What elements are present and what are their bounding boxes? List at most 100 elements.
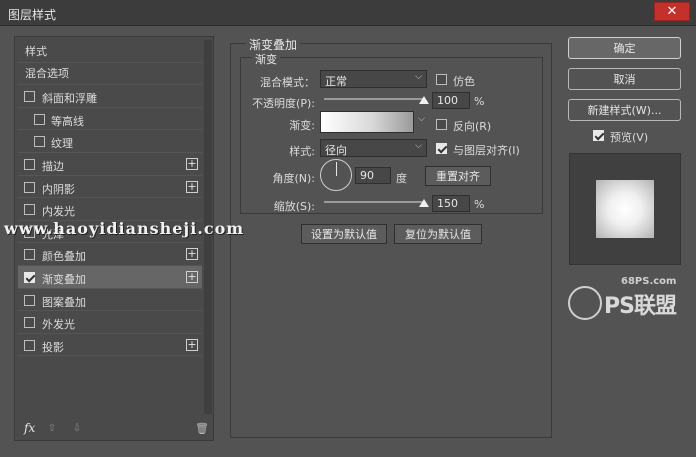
opacity-unit: %: [474, 95, 485, 108]
scale-input[interactable]: 150: [432, 195, 470, 212]
style-item[interactable]: 图案叠加: [18, 289, 202, 312]
scale-label: 缩放(S):: [273, 200, 315, 213]
scale-unit: %: [474, 198, 485, 211]
add-effect-icon[interactable]: +: [186, 157, 198, 170]
style-item-label: 内发光: [42, 205, 75, 219]
align-layer-label: 与图层对齐(I): [453, 144, 520, 157]
style-item-checkbox[interactable]: [24, 294, 35, 306]
style-item-label: 图案叠加: [42, 295, 86, 309]
align-layer-checkbox[interactable]: [436, 143, 447, 154]
style-item[interactable]: 颜色叠加 +: [18, 243, 202, 266]
new-style-label: 新建样式(W)...: [587, 104, 662, 117]
style-item[interactable]: 描边 +: [18, 153, 202, 176]
style-item-checkbox[interactable]: [24, 158, 35, 170]
style-value: 径向: [325, 144, 347, 157]
scale-slider-thumb[interactable]: [419, 199, 429, 207]
window-title: 图层样式: [8, 8, 57, 22]
dither-label: 仿色: [453, 75, 475, 88]
angle-dial[interactable]: [320, 159, 352, 191]
chevron-down-icon: ⌵: [415, 141, 422, 151]
subgroup-title: 渐变: [252, 51, 280, 67]
brand-logo-icon: [568, 286, 602, 320]
style-item-checkbox[interactable]: [24, 339, 35, 351]
style-item-checkbox[interactable]: [24, 91, 35, 103]
gradient-preview[interactable]: [320, 111, 414, 133]
style-item-label: 外发光: [42, 318, 75, 332]
close-icon: ✕: [666, 4, 678, 19]
style-item-checkbox[interactable]: [24, 317, 35, 329]
ok-button[interactable]: 确定: [568, 37, 681, 59]
style-item-label: 斜面和浮雕: [42, 92, 97, 106]
trash-icon[interactable]: 🗑: [195, 422, 209, 435]
reverse-label: 反向(R): [453, 120, 492, 133]
opacity-slider-track[interactable]: [324, 98, 424, 100]
reset-default-label: 复位为默认值: [405, 228, 471, 241]
style-item-checkbox[interactable]: [24, 181, 35, 193]
dither-checkbox[interactable]: [436, 74, 447, 85]
opacity-label: 不透明度(P):: [252, 97, 315, 110]
angle-unit: 度: [396, 172, 407, 185]
style-label: 样式:: [289, 145, 315, 158]
style-preview: [569, 153, 681, 265]
preview-swatch: [596, 180, 654, 238]
chevron-down-icon: ⌵: [415, 72, 422, 82]
style-item[interactable]: 内阴影 +: [18, 176, 202, 199]
close-button[interactable]: ✕: [654, 2, 690, 21]
new-style-button[interactable]: 新建样式(W)...: [568, 99, 681, 121]
style-item[interactable]: 纹理: [18, 130, 202, 153]
scale-slider-track[interactable]: [324, 201, 424, 203]
preview-label: 预览(V): [610, 131, 649, 144]
opacity-input[interactable]: 100: [432, 92, 470, 109]
reset-default-button[interactable]: 复位为默认值: [394, 224, 482, 244]
style-item-checkbox[interactable]: [34, 136, 45, 148]
add-effect-icon[interactable]: +: [186, 338, 198, 351]
ok-label: 确定: [613, 42, 636, 55]
blend-mode-label: 混合模式：: [260, 76, 315, 89]
style-item[interactable]: 内发光: [18, 198, 202, 221]
reset-alignment-label: 重置对齐: [436, 170, 480, 183]
blend-mode-value: 正常: [325, 75, 347, 88]
fx-icon[interactable]: fx: [24, 421, 35, 435]
add-effect-icon[interactable]: +: [186, 248, 198, 261]
cancel-button[interactable]: 取消: [568, 68, 681, 90]
scale-value: 150: [437, 197, 458, 210]
style-select[interactable]: 径向 ⌵: [320, 139, 427, 157]
add-effect-icon[interactable]: +: [186, 180, 198, 193]
style-item-checkbox[interactable]: [34, 113, 45, 125]
style-item[interactable]: 斜面和浮雕: [18, 85, 202, 108]
watermark-text: www.haoyidiansheji.com: [4, 219, 245, 238]
make-default-button[interactable]: 设置为默认值: [301, 224, 387, 244]
brand-name: PS联盟: [604, 294, 677, 319]
angle-label: 角度(N):: [272, 172, 315, 185]
style-item-label: 混合选项: [25, 67, 69, 81]
style-item[interactable]: 投影 +: [18, 334, 202, 357]
blend-mode-select[interactable]: 正常 ⌵: [320, 70, 427, 88]
preview-checkbox[interactable]: [593, 130, 604, 141]
move-up-icon[interactable]: ⇧: [47, 423, 57, 434]
style-item-label: 描边: [42, 159, 64, 173]
style-item[interactable]: 样式: [18, 40, 202, 63]
chevron-down-icon[interactable]: ⌵: [418, 114, 425, 124]
gradient-label: 渐变:: [289, 119, 315, 132]
angle-value: 90: [360, 169, 374, 182]
make-default-label: 设置为默认值: [311, 228, 377, 241]
style-item-checkbox[interactable]: [24, 271, 35, 283]
reverse-checkbox[interactable]: [436, 119, 447, 130]
style-item[interactable]: 混合选项: [18, 63, 202, 86]
cancel-label: 取消: [613, 73, 636, 86]
move-down-icon[interactable]: ⇩: [72, 423, 82, 434]
opacity-slider-thumb[interactable]: [419, 96, 429, 104]
style-item[interactable]: 等高线: [18, 108, 202, 131]
reset-alignment-button[interactable]: 重置对齐: [425, 166, 491, 186]
opacity-value: 100: [437, 94, 458, 107]
style-item-label: 样式: [25, 44, 47, 58]
style-item[interactable]: 外发光: [18, 311, 202, 334]
style-item[interactable]: 渐变叠加 +: [18, 265, 202, 289]
style-item-checkbox[interactable]: [24, 204, 35, 216]
styles-list: 样式 混合选项 斜面和浮雕 等高线 纹理 描边 + 内阴影 + 内发光 光泽 颜色叠加 + 渐变叠加 + 图案…: [18, 40, 202, 357]
angle-input[interactable]: 90: [355, 167, 391, 184]
add-effect-icon[interactable]: +: [186, 270, 198, 283]
style-item-label: 投影: [42, 340, 64, 354]
style-item-checkbox[interactable]: [24, 249, 35, 261]
style-item-label: 渐变叠加: [42, 272, 86, 286]
